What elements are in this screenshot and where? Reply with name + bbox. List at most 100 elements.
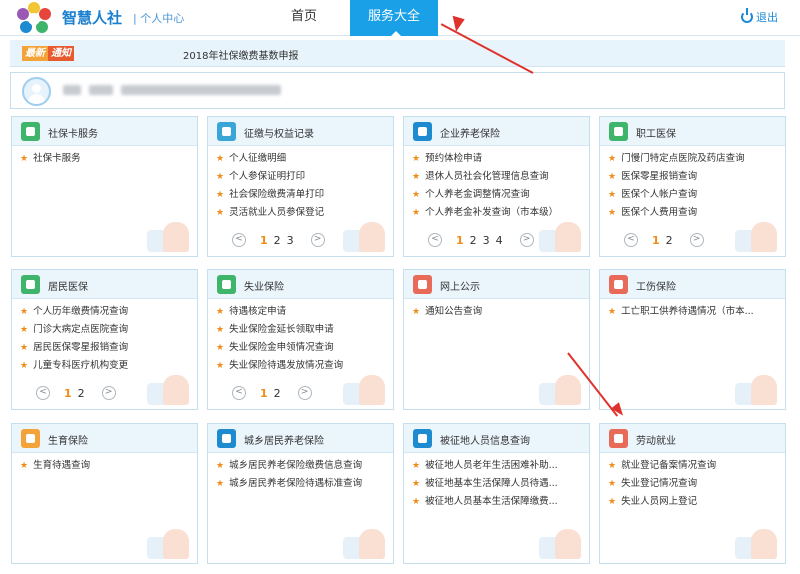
prev-page-button[interactable]: < [232,233,246,247]
notice-bar: 最新 通知 2018年社保缴费基数申报 [10,40,785,67]
service-link[interactable]: 个人征缴明细 [216,150,388,168]
card-header: 社保卡服务 [12,117,197,146]
service-link[interactable]: 个人历年缴费情况查询 [20,303,192,321]
illustration [141,365,191,405]
service-card: 劳动就业就业登记备案情况查询失业登记情况查询失业人员网上登记 [599,423,786,564]
nav-services[interactable]: 服务大全 [350,0,438,37]
logout-button[interactable]: 退出 [741,8,778,25]
prev-page-button[interactable]: < [624,233,638,247]
notice-badge-notice: 通知 [48,46,74,61]
next-page-button[interactable]: > [689,233,704,247]
card-title: 劳动就业 [636,436,676,447]
service-link[interactable]: 失业保险金延长领取申请 [216,321,388,339]
page-number-current[interactable]: 1 [64,387,72,400]
service-card: 工伤保险工亡职工供养待遇情况（市本... [599,269,786,410]
logout-label: 退出 [756,11,778,24]
card-title: 征缴与权益记录 [244,129,314,140]
illustration [729,519,779,559]
service-link[interactable]: 门慢门特定点医院及药店查询 [608,150,780,168]
service-card: 职工医保门慢门特定点医院及药店查询医保零星报销查询医保个人帐户查询医保个人费用查… [599,116,786,257]
notice-badge: 最新 通知 [22,46,74,61]
card-title: 失业保险 [244,282,284,293]
service-link[interactable]: 城乡居民养老保险待遇标准查询 [216,475,388,493]
page-number-current[interactable]: 1 [652,234,660,247]
card-title: 被征地人员信息查询 [440,436,530,447]
brand-subtitle: | 个人中心 [133,12,185,25]
service-link[interactable]: 通知公告查询 [412,303,584,321]
service-link[interactable]: 工亡职工供养待遇情况（市本... [608,303,780,321]
page-number[interactable]: 3 [483,234,490,247]
card-header: 征缴与权益记录 [208,117,393,146]
illustration [729,365,779,405]
illustration [141,519,191,559]
active-indicator-icon [390,31,402,37]
page-number[interactable]: 2 [78,387,85,400]
service-link[interactable]: 失业保险金申领情况查询 [216,339,388,357]
service-link[interactable]: 门诊大病定点医院查询 [20,321,192,339]
illustration [533,519,583,559]
service-link[interactable]: 个人参保证明打印 [216,168,388,186]
next-page-button[interactable]: > [519,233,534,247]
worker-icon [609,429,628,448]
page-number[interactable]: 4 [496,234,503,247]
card-title: 企业养老保险 [440,129,500,140]
nav-home[interactable]: 首页 [258,0,350,36]
illustration [337,365,387,405]
notice-badge-latest: 最新 [22,46,48,61]
service-list: 社保卡服务 [12,146,197,168]
service-list: 就业登记备案情况查询失业登记情况查询失业人员网上登记 [600,453,785,511]
page-number-current[interactable]: 1 [456,234,464,247]
service-link[interactable]: 生育待遇查询 [20,457,192,475]
next-page-button[interactable]: > [101,386,116,400]
page-number[interactable]: 2 [666,234,673,247]
nav-services-label: 服务大全 [367,9,420,24]
service-link[interactable]: 个人养老金调整情况查询 [412,186,584,204]
page-number[interactable]: 2 [274,234,281,247]
brand-name: 智慧人社 [62,9,123,27]
pagination: <1 2 > [624,233,704,247]
service-link[interactable]: 预约体检申请 [412,150,584,168]
service-link[interactable]: 医保零星报销查询 [608,168,780,186]
service-card: 网上公示通知公告查询 [403,269,590,410]
service-link[interactable]: 待遇核定申请 [216,303,388,321]
injury-icon [609,275,628,294]
service-card: 社保卡服务社保卡服务 [11,116,198,257]
illustration [141,212,191,252]
service-link[interactable]: 退休人员社会化管理信息查询 [412,168,584,186]
service-list: 门慢门特定点医院及药店查询医保零星报销查询医保个人帐户查询医保个人费用查询 [600,146,785,222]
prev-page-button[interactable]: < [36,386,50,400]
notice-link[interactable]: 2018年社保缴费基数申报 [183,47,298,62]
service-link[interactable]: 医保个人帐户查询 [608,186,780,204]
prev-page-button[interactable]: < [428,233,442,247]
service-link[interactable]: 被征地人员老年生活困难补助... [412,457,584,475]
service-link[interactable]: 被征地人员基本生活保障缴费... [412,493,584,511]
card-header: 被征地人员信息查询 [404,424,589,453]
service-list: 城乡居民养老保险缴费信息查询城乡居民养老保险待遇标准查询 [208,453,393,493]
service-link[interactable]: 居民医保零星报销查询 [20,339,192,357]
card-header: 生育保险 [12,424,197,453]
card-header: 工伤保险 [600,270,785,299]
page-number-current[interactable]: 1 [260,234,268,247]
service-link[interactable]: 失业人员网上登记 [608,493,780,511]
service-list: 通知公告查询 [404,299,589,321]
service-link[interactable]: 就业登记备案情况查询 [608,457,780,475]
card-header: 失业保险 [208,270,393,299]
service-link[interactable]: 城乡居民养老保险缴费信息查询 [216,457,388,475]
card-header: 劳动就业 [600,424,785,453]
service-card: 城乡居民养老保险城乡居民养老保险缴费信息查询城乡居民养老保险待遇标准查询 [207,423,394,564]
next-page-button[interactable]: > [297,386,312,400]
service-link[interactable]: 失业登记情况查询 [608,475,780,493]
elder-icon [217,429,236,448]
illustration [533,212,583,252]
next-page-button[interactable]: > [310,233,325,247]
page-number[interactable]: 2 [274,387,281,400]
page-number[interactable]: 2 [470,234,477,247]
prev-page-button[interactable]: < [232,386,246,400]
page-number[interactable]: 3 [287,234,294,247]
service-link[interactable]: 社保卡服务 [20,150,192,168]
service-link[interactable]: 被征地基本生活保障人员待遇... [412,475,584,493]
page-number-current[interactable]: 1 [260,387,268,400]
service-link[interactable]: 社会保险缴费清单打印 [216,186,388,204]
power-icon [741,8,753,23]
avatar [22,77,51,106]
